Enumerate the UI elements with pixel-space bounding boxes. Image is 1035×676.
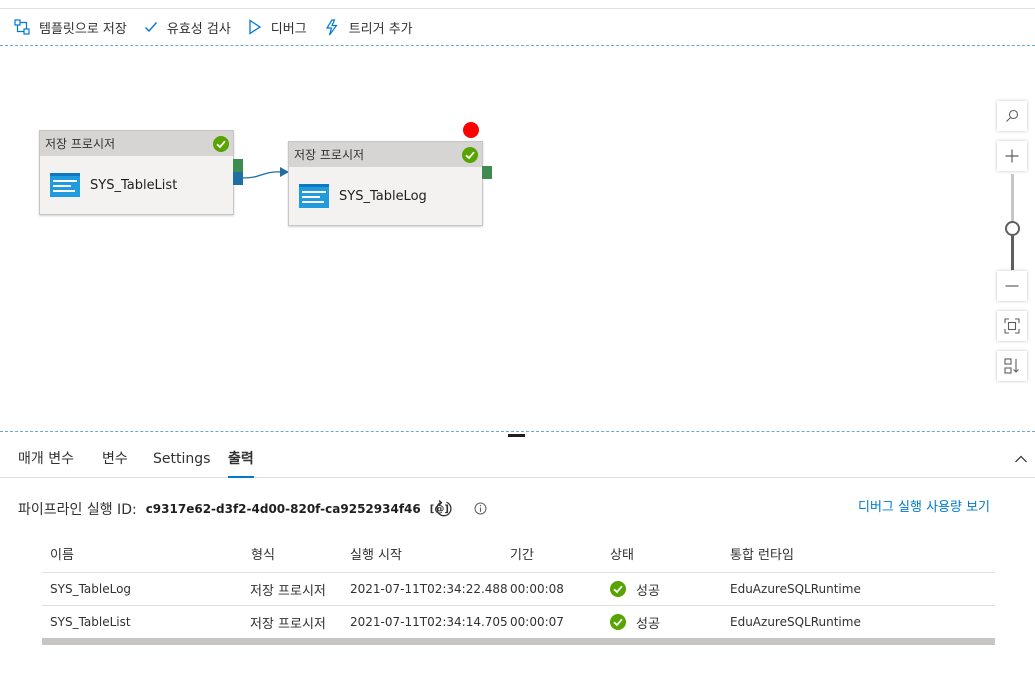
validate-button[interactable]: 유효성 검사 — [144, 12, 231, 42]
dependency-connector — [242, 167, 289, 179]
zoom-slider-thumb[interactable] — [1005, 221, 1020, 236]
completion-output-port[interactable] — [233, 172, 243, 185]
template-icon — [14, 19, 30, 35]
duration-cell: 00:00:07 — [510, 615, 564, 629]
integration-runtime-cell: EduAzureSQLRuntime — [730, 582, 861, 596]
tab-settings[interactable]: Settings — [153, 443, 210, 478]
activity-type-label: 저장 프로시저 — [294, 148, 365, 162]
save-as-template-label: 템플릿으로 저장 — [39, 21, 127, 37]
activity-type-cell: 저장 프로시저 — [250, 583, 326, 599]
column-header-type[interactable]: 형식 — [251, 531, 275, 572]
run-id-value: c9317e62-d3f2-4d00-820f-ca9252934f46 — [145, 502, 421, 516]
add-trigger-button[interactable]: 트리거 추가 — [324, 12, 413, 42]
breakpoint-dot[interactable] — [463, 122, 479, 138]
activity-name: SYS_TableLog — [339, 188, 427, 204]
properties-tabbar: 매개 변수 변수 Settings 출력 — [0, 443, 1035, 478]
tab-parameters[interactable]: 매개 변수 — [18, 443, 74, 478]
success-check-icon — [610, 614, 626, 630]
search-icon — [1006, 109, 1019, 122]
search-canvas-button[interactable] — [997, 101, 1027, 131]
minus-icon — [1005, 285, 1019, 287]
column-header-status[interactable]: 상태 — [610, 531, 634, 572]
play-icon — [249, 19, 261, 35]
column-header-integration-runtime[interactable]: 통합 런타임 — [730, 531, 794, 572]
lightning-icon — [325, 18, 338, 35]
activity-node-sys-tablelist[interactable]: 저장 프로시저 SYS_TableList — [39, 130, 234, 215]
tab-variables[interactable]: 변수 — [102, 443, 128, 478]
table-row[interactable]: SYS_TableLog 저장 프로시저 2021-07-11T02:34:22… — [42, 573, 995, 606]
tab-output[interactable]: 출력 — [228, 443, 254, 478]
activity-name-cell: SYS_TableList — [50, 615, 131, 629]
success-check-icon — [213, 135, 229, 152]
chevron-up-icon[interactable] — [1012, 450, 1030, 468]
info-icon[interactable] — [474, 502, 487, 515]
auto-align-button[interactable] — [997, 351, 1027, 381]
table-header-row: 이름 형식 실행 시작 기간 상태 통합 런타임 — [42, 531, 995, 573]
view-debug-run-consumption-link[interactable]: 디버그 실행 사용량 보기 — [858, 497, 990, 519]
success-output-port[interactable] — [233, 159, 243, 172]
panel-resize-handle[interactable] — [508, 434, 525, 437]
status-text: 성공 — [636, 583, 660, 599]
activity-header: 저장 프로시저 — [40, 131, 233, 156]
activity-header: 저장 프로시저 — [289, 142, 482, 167]
zoom-out-button[interactable] — [997, 271, 1027, 301]
pipeline-run-info: 파이프라인 실행 ID: c9317e62-d3f2-4d00-820f-ca9… — [18, 497, 449, 521]
horizontal-scrollbar[interactable] — [42, 638, 995, 645]
column-header-name[interactable]: 이름 — [50, 531, 74, 572]
activity-node-sys-tablelog[interactable]: 저장 프로시저 SYS_TableLog — [288, 141, 483, 226]
pipeline-canvas[interactable]: 저장 프로시저 SYS_TableList 저장 프로시저 SYS_TableL… — [0, 46, 1035, 431]
debug-button[interactable]: 디버그 — [248, 12, 307, 42]
activity-type-label: 저장 프로시저 — [45, 137, 116, 151]
add-trigger-label: 트리거 추가 — [348, 21, 413, 37]
plus-icon — [1005, 149, 1019, 163]
table-row[interactable]: SYS_TableList 저장 프로시저 2021-07-11T02:34:1… — [42, 606, 995, 639]
debug-label: 디버그 — [270, 21, 307, 37]
stored-procedure-icon — [50, 173, 80, 197]
activity-runs-table: 이름 형식 실행 시작 기간 상태 통합 런타임 SYS_TableLog 저장… — [42, 531, 995, 639]
activity-type-cell: 저장 프로시저 — [250, 616, 326, 632]
success-check-icon — [462, 146, 478, 163]
zoom-to-fit-button[interactable] — [997, 311, 1027, 341]
canvas-bottom-border — [0, 431, 1035, 432]
save-as-template-button[interactable]: 템플릿으로 저장 — [14, 12, 127, 42]
duration-cell: 00:00:08 — [510, 582, 564, 596]
stored-procedure-icon — [299, 184, 329, 208]
status-cell: 성공 — [610, 606, 660, 638]
pipeline-toolbar: 템플릿으로 저장 유효성 검사 디버그 트리거 추가 — [0, 9, 1035, 45]
column-header-duration[interactable]: 기간 — [510, 531, 534, 572]
checkmark-icon — [144, 22, 157, 33]
integration-runtime-cell: EduAzureSQLRuntime — [730, 615, 861, 629]
zoom-in-button[interactable] — [997, 141, 1027, 171]
run-id-label: 파이프라인 실행 ID: — [18, 502, 137, 518]
fit-to-screen-icon — [1004, 318, 1020, 334]
activity-name: SYS_TableList — [90, 177, 178, 193]
column-header-run-start[interactable]: 실행 시작 — [350, 531, 402, 572]
success-output-port[interactable] — [482, 166, 492, 179]
validate-label: 유효성 검사 — [166, 21, 231, 37]
run-start-cell: 2021-07-11T02:34:22.488 — [350, 582, 508, 596]
status-text: 성공 — [636, 616, 660, 632]
refresh-icon[interactable] — [434, 499, 454, 519]
run-start-cell: 2021-07-11T02:34:14.705 — [350, 615, 508, 629]
auto-align-icon — [1004, 358, 1019, 374]
status-cell: 성공 — [610, 573, 660, 605]
activity-name-cell: SYS_TableLog — [50, 582, 132, 596]
success-check-icon — [610, 581, 626, 597]
